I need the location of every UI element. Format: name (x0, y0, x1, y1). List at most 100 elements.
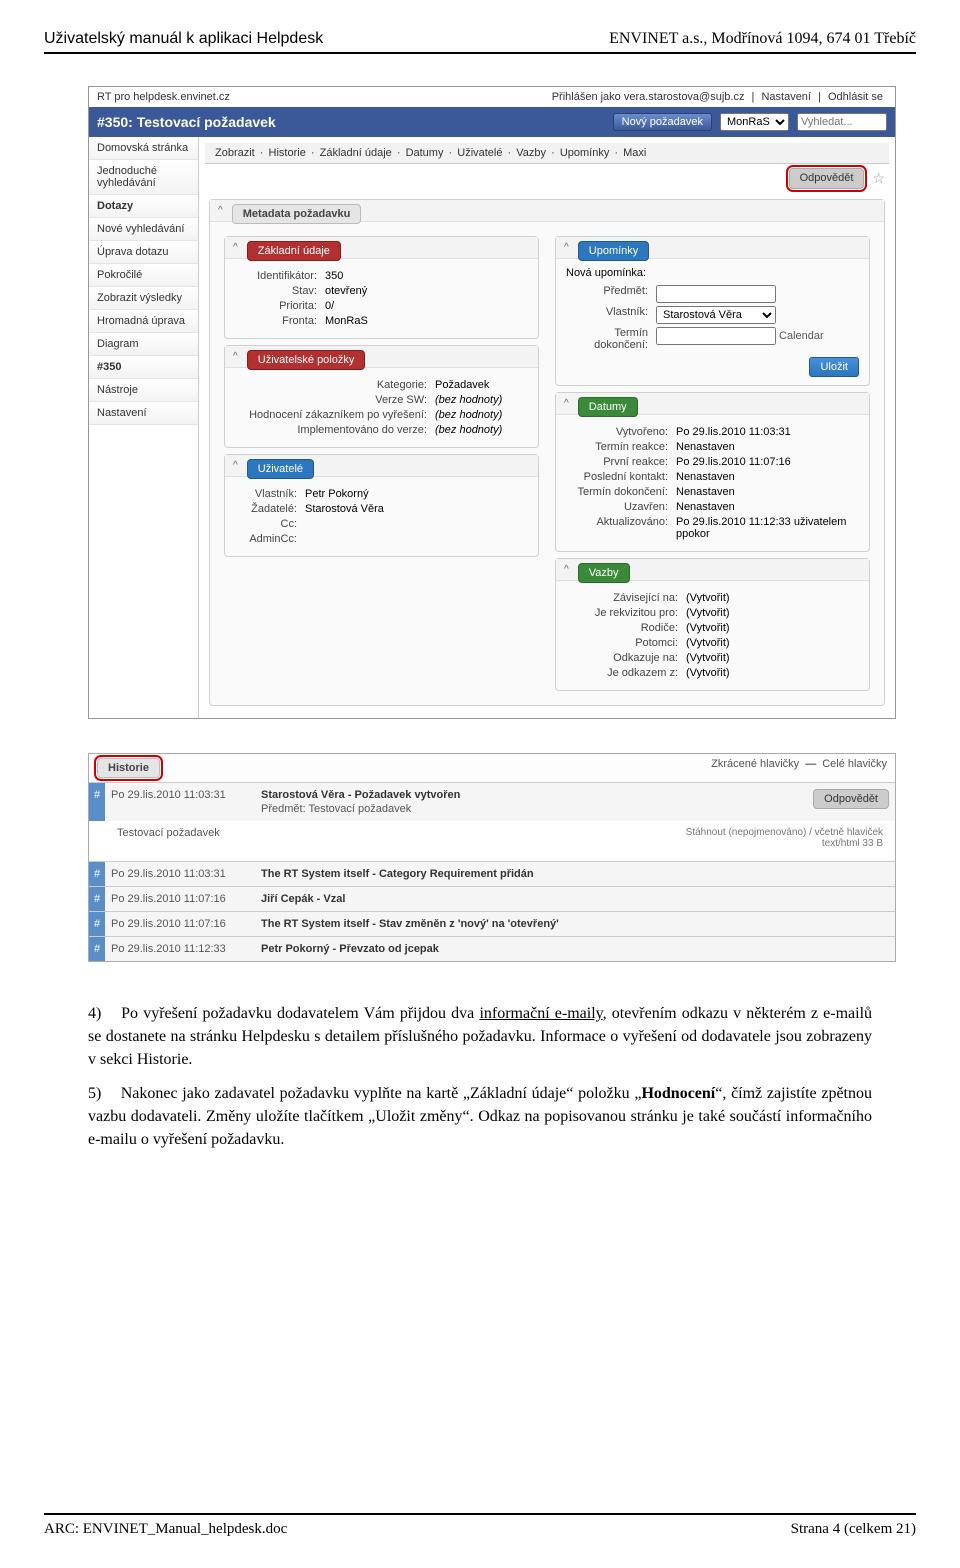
subnav-item[interactable]: Upomínky (560, 147, 610, 159)
toggle-icon[interactable]: ^ (233, 460, 238, 471)
custom-panel: ^ Uživatelské položky Kategorie:Požadave… (224, 345, 539, 448)
queue-select[interactable]: MonRaS (720, 113, 789, 131)
history-row[interactable]: #Po 29.lis.2010 11:03:31Starostová Věra … (89, 782, 895, 821)
history-body: Testovací požadavekStáhnout (nepojmenová… (105, 821, 895, 861)
field-label: Hodnocení zákazníkem po vyřešení: (235, 409, 435, 421)
toggle-icon[interactable]: ^ (564, 242, 569, 253)
paragraph-5: Nakonec jako zadavatel požadavku vyplňte… (88, 1085, 872, 1148)
history-title: The RT System itself - Stav změněn z 'no… (255, 912, 895, 936)
toggle-icon[interactable]: ^ (218, 205, 223, 216)
hash-icon: # (89, 937, 105, 961)
field-value: (bez hodnoty) (435, 409, 528, 421)
field-label: Termín dokončení: (566, 327, 656, 351)
search-input[interactable] (797, 113, 887, 131)
history-row[interactable]: #Po 29.lis.2010 11:12:33Petr Pokorný - P… (89, 936, 895, 961)
field-value: Po 29.lis.2010 11:07:16 (676, 456, 859, 468)
nav-settings-link[interactable]: Nastavení (761, 91, 811, 103)
reminder-input[interactable] (656, 327, 776, 345)
toggle-icon[interactable]: ^ (233, 242, 238, 253)
history-screenshot: Historie Zkrácené hlavičky — Celé hlavič… (88, 753, 896, 962)
subnav-item[interactable]: Základní údaje (320, 147, 392, 159)
history-row[interactable]: #Po 29.lis.2010 11:07:16The RT System it… (89, 911, 895, 936)
field-label: Identifikátor: (235, 270, 325, 282)
basics-title: Základní údaje (247, 241, 341, 261)
toggle-icon[interactable]: ^ (564, 564, 569, 575)
field-label: Předmět: (566, 285, 656, 303)
calendar-link[interactable]: Calendar (776, 330, 824, 342)
sidebar-item[interactable]: Nástroje (89, 379, 198, 402)
sidebar-item[interactable]: Hromadná úprava (89, 310, 198, 333)
reply-button[interactable]: Odpovědět (789, 168, 865, 189)
field-value: Nenastaven (676, 471, 859, 483)
sidebar-item[interactable]: Diagram (89, 333, 198, 356)
field-value: (Vytvořit) (686, 607, 859, 619)
doc-footer: ARC: ENVINET_Manual_helpdesk.doc Strana … (44, 1513, 916, 1538)
history-title: Petr Pokorný - Převzato od jcepak (255, 937, 895, 961)
field-label: Cc: (235, 518, 305, 530)
sidebar-item[interactable]: Úprava dotazu (89, 241, 198, 264)
subnav-item[interactable]: Datumy (406, 147, 444, 159)
sidebar-item[interactable]: Jednoduché vyhledávání (89, 160, 198, 195)
sidebar-item[interactable]: Nové vyhledávání (89, 218, 198, 241)
toggle-icon[interactable]: ^ (564, 398, 569, 409)
full-headers-link[interactable]: Celé hlavičky (822, 758, 887, 778)
basics-panel: ^ Základní údaje Identifikátor:350Stav:o… (224, 236, 539, 339)
field-label: Rodiče: (566, 622, 686, 634)
doc-footer-right: Strana 4 (celkem 21) (791, 1521, 916, 1538)
field-label: Termín dokončení: (566, 486, 676, 498)
field-value (305, 518, 528, 530)
new-request-button[interactable]: Nový požadavek (613, 113, 712, 131)
sidebar-item[interactable]: Pokročilé (89, 264, 198, 287)
subnav-item[interactable]: Zobrazit (215, 147, 255, 159)
history-row[interactable]: #Po 29.lis.2010 11:07:16Jiří Cepák - Vza… (89, 886, 895, 911)
dates-title: Datumy (578, 397, 638, 417)
reminder-input[interactable] (656, 285, 776, 303)
field-label: Uzavřen: (566, 501, 676, 513)
sidebar-item[interactable]: #350 (89, 356, 198, 379)
nav-logout-link[interactable]: Odhlásit se (828, 91, 883, 103)
reply-button[interactable]: Odpovědět (813, 789, 889, 809)
sidebar-item[interactable]: Nastavení (89, 402, 198, 425)
save-reminder-button[interactable]: Uložit (809, 357, 859, 377)
sidebar-item[interactable]: Domovská stránka (89, 137, 198, 160)
sidebar-item[interactable]: Zobrazit výsledky (89, 287, 198, 310)
history-row[interactable]: #Po 29.lis.2010 11:03:31The RT System it… (89, 861, 895, 886)
rt-bluebar: #350: Testovací požadavek Nový požadavek… (89, 107, 895, 137)
field-label: Vlastník: (566, 306, 656, 324)
subnav-item[interactable]: Uživatelé (457, 147, 502, 159)
subnav-item[interactable]: Historie (269, 147, 306, 159)
history-title: The RT System itself - Category Requirem… (255, 862, 895, 886)
brief-headers-link[interactable]: Zkrácené hlavičky (711, 758, 799, 778)
history-date: Po 29.lis.2010 11:12:33 (105, 937, 255, 961)
bookmark-star-icon[interactable]: ☆ (868, 168, 889, 189)
sidebar-item[interactable]: Dotazy (89, 195, 198, 218)
history-tab[interactable]: Historie (97, 758, 160, 778)
download-link[interactable]: Stáhnout (nepojmenováno) / včetně hlavič… (686, 827, 883, 838)
sidebar: Domovská stránkaJednoduché vyhledáváníDo… (89, 137, 199, 718)
field-label: Aktualizováno: (566, 516, 676, 540)
hash-icon: # (89, 783, 105, 821)
rt-screenshot-main: RT pro helpdesk.envinet.cz Přihlášen jak… (88, 86, 896, 719)
field-label: Stav: (235, 285, 325, 297)
ticket-subnav: Zobrazit · Historie · Základní údaje · D… (205, 143, 889, 164)
history-title: Starostová Věra - Požadavek vytvořenPřed… (255, 783, 807, 821)
field-label: Odkazuje na: (566, 652, 686, 664)
toggle-icon[interactable]: ^ (233, 351, 238, 362)
field-label: Implementováno do verze: (235, 424, 435, 436)
doc-company: ENVINET a.s., Modřínová 1094, 674 01 Tře… (609, 30, 916, 48)
field-label: Verze SW: (235, 394, 435, 406)
field-value: (Vytvořit) (686, 637, 859, 649)
metadata-panel: ^ Metadata požadavku ^ Základní údaje Id… (209, 199, 885, 706)
field-label: Termín reakce: (566, 441, 676, 453)
field-value: 0/ (325, 300, 528, 312)
history-title: Jiří Cepák - Vzal (255, 887, 895, 911)
field-label: První reakce: (566, 456, 676, 468)
hash-icon: # (89, 912, 105, 936)
field-value: otevřený (325, 285, 528, 297)
subnav-item[interactable]: Vazby (516, 147, 546, 159)
owner-select[interactable]: Starostová Věra (656, 306, 776, 324)
field-value: (Vytvořit) (686, 652, 859, 664)
doc-footer-left: ARC: ENVINET_Manual_helpdesk.doc (44, 1521, 287, 1538)
field-value: (Vytvořit) (686, 667, 859, 679)
subnav-item[interactable]: Maxi (623, 147, 646, 159)
